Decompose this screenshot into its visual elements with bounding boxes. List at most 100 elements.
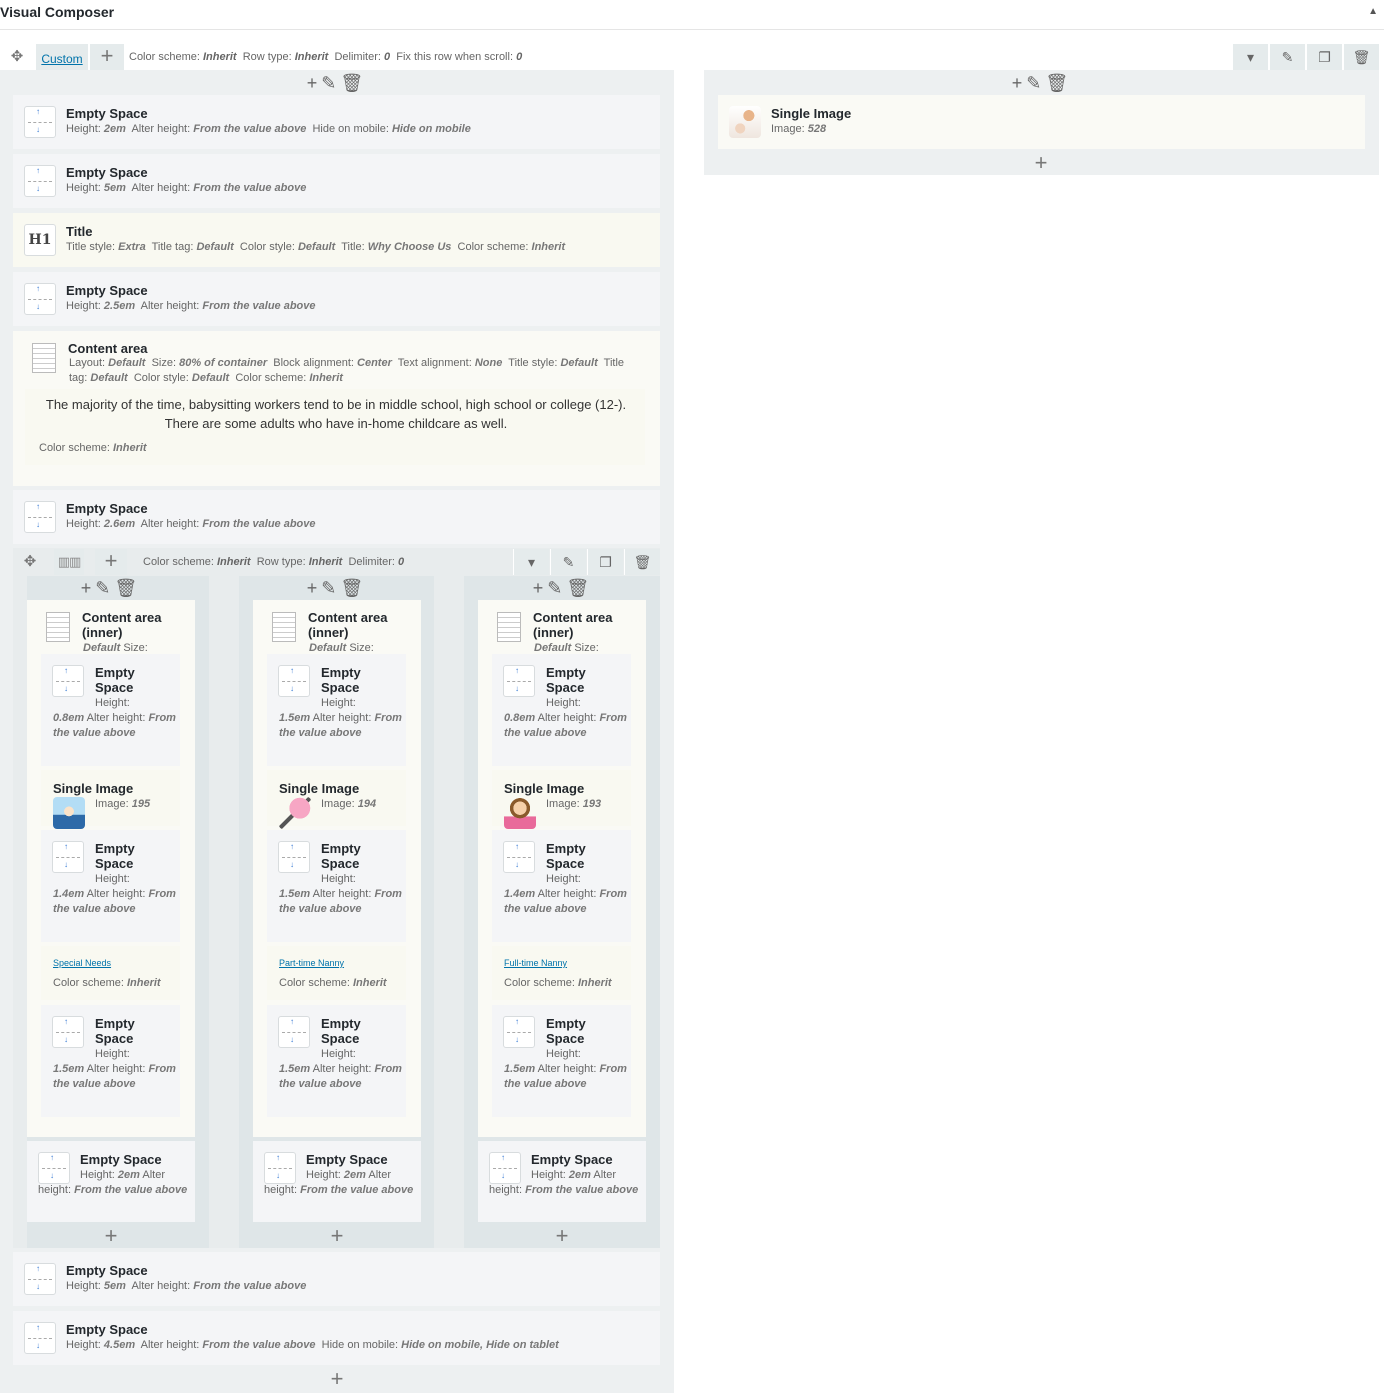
- document-icon: [32, 343, 56, 373]
- service-link[interactable]: Full-time Nanny: [504, 958, 567, 968]
- move-icon[interactable]: ✥: [6, 46, 28, 68]
- element-title: Empty Space: [546, 841, 586, 871]
- plus-icon[interactable]: +: [307, 73, 320, 93]
- plus-icon[interactable]: +: [533, 578, 546, 598]
- text-block-element[interactable]: Part-time Nanny Color scheme: Inherit: [267, 946, 406, 1000]
- empty-space-element[interactable]: Empty Space Height: 5em Alter height: Fr…: [13, 1252, 660, 1306]
- pencil-icon[interactable]: ✎: [321, 73, 338, 93]
- pencil-icon[interactable]: ✎: [550, 549, 586, 575]
- pencil-icon[interactable]: ✎: [1269, 44, 1305, 70]
- pencil-icon[interactable]: ✎: [321, 578, 338, 598]
- empty-space-element[interactable]: Empty Space Height: 2.6em Alter height: …: [13, 490, 660, 544]
- element-params: Height: 1.5em Alter height: From the valu…: [504, 1048, 627, 1090]
- empty-space-element[interactable]: Empty Space Height:1.4em Alter height: F…: [41, 830, 180, 942]
- element-params: Image: 528: [771, 123, 827, 135]
- empty-space-element[interactable]: Empty Space Height:1.5em Alter height: F…: [492, 1005, 631, 1117]
- empty-space-element[interactable]: Empty Space Height:1.5em Alter height: F…: [267, 654, 406, 766]
- empty-space-element[interactable]: Empty Space Height: 2em Alter height: Fr…: [478, 1141, 646, 1222]
- title-element[interactable]: H1 Title Title style: Extra Title tag: D…: [13, 213, 660, 267]
- empty-space-icon: [503, 841, 535, 873]
- empty-space-element[interactable]: Empty Space Height:1.5em Alter height: F…: [267, 830, 406, 942]
- empty-space-element[interactable]: Empty Space Height: 5em Alter height: Fr…: [13, 154, 660, 208]
- content-area-element[interactable]: Content area Layout: Default Size: 80% o…: [13, 331, 660, 486]
- column-actions: + ✎ 🗑: [1001, 73, 1081, 93]
- trash-icon[interactable]: 🗑: [340, 578, 365, 598]
- empty-space-element[interactable]: Empty Space Height:1.5em Alter height: F…: [41, 1005, 180, 1117]
- element-title: Empty Space: [66, 501, 148, 516]
- element-params: Height: 5em Alter height: From the value…: [66, 182, 307, 194]
- text-block-element[interactable]: Special Needs Color scheme: Inherit: [41, 946, 180, 1000]
- empty-space-element[interactable]: Empty Space Height:1.4em Alter height: F…: [492, 830, 631, 942]
- trash-icon[interactable]: 🗑: [1045, 73, 1070, 93]
- element-params: Height: 5em Alter height: From the value…: [66, 1280, 307, 1292]
- move-icon[interactable]: ✥: [19, 551, 41, 573]
- column-actions: + ✎ 🗑: [296, 578, 376, 598]
- document-icon: [46, 612, 70, 642]
- element-title: Single Image: [279, 781, 360, 796]
- content-area-inner-element[interactable]: Content area (inner) Default Size: Empty…: [478, 600, 646, 1137]
- service-link[interactable]: Part-time Nanny: [279, 958, 344, 968]
- element-params: Height: 0.8em Alter height: From the valu…: [53, 697, 176, 739]
- empty-space-element[interactable]: Empty Space Height:1.5em Alter height: F…: [267, 1005, 406, 1117]
- trash-icon[interactable]: 🗑: [566, 578, 591, 598]
- add-element-button[interactable]: +: [326, 1225, 348, 1247]
- collapse-toggle-icon[interactable]: ▲: [1368, 6, 1378, 17]
- add-element-button[interactable]: +: [551, 1225, 573, 1247]
- empty-space-element[interactable]: Empty Space Height: 2em Alter height: Fr…: [253, 1141, 421, 1222]
- column-layout-icon[interactable]: ▥▥: [54, 549, 84, 575]
- element-params: Height: 1.5em Alter height: From the valu…: [279, 1048, 402, 1090]
- element-params: Height: 1.4em Alter height: From the valu…: [53, 873, 176, 915]
- chevron-down-icon[interactable]: ▾: [513, 549, 549, 575]
- chevron-down-icon[interactable]: ▾: [1232, 44, 1268, 70]
- add-element-button[interactable]: +: [326, 1368, 348, 1390]
- plus-icon[interactable]: +: [81, 578, 94, 598]
- pencil-icon[interactable]: ✎: [95, 578, 112, 598]
- add-element-button[interactable]: +: [1030, 152, 1052, 174]
- element-params: Color scheme: Inherit: [504, 977, 612, 989]
- empty-space-element[interactable]: Empty Space Height: 2em Alter height: Fr…: [27, 1141, 195, 1222]
- row-controls: ✥ Custom + Color scheme: Inherit Row typ…: [0, 44, 1384, 70]
- empty-space-element[interactable]: Empty Space Height: 2em Alter height: Fr…: [13, 95, 660, 149]
- element-params: Color scheme: Inherit: [53, 977, 161, 989]
- heading-icon: H1: [24, 224, 56, 256]
- empty-space-element[interactable]: Empty Space Height: 4.5em Alter height: …: [13, 1311, 660, 1365]
- add-column-button[interactable]: +: [90, 44, 124, 70]
- inner-row-controls: ✥ ▥▥ + Color scheme: Inherit Row type: I…: [13, 549, 660, 575]
- plus-icon[interactable]: +: [307, 578, 320, 598]
- trash-icon[interactable]: 🗑: [340, 73, 365, 93]
- single-image-element[interactable]: Single Image Image: 195: [41, 770, 180, 829]
- document-icon: [272, 612, 296, 642]
- single-image-element[interactable]: Single Image Image: 193: [492, 770, 631, 829]
- empty-space-icon: [503, 1016, 535, 1048]
- nanny-image: [504, 797, 536, 829]
- add-element-button[interactable]: +: [100, 1225, 122, 1247]
- single-image-element[interactable]: Single Image Image: 194: [267, 770, 406, 829]
- service-link[interactable]: Special Needs: [53, 958, 111, 968]
- row-layout-button[interactable]: Custom: [36, 44, 88, 70]
- trash-icon[interactable]: 🗑: [1343, 44, 1379, 70]
- empty-space-element[interactable]: Empty Space Height:0.8em Alter height: F…: [492, 654, 631, 766]
- content-area-inner-element[interactable]: Content area (inner) Default Size: Empty…: [27, 600, 195, 1137]
- clone-icon[interactable]: ❐: [1306, 44, 1342, 70]
- element-params: Image: 193: [546, 798, 602, 810]
- trash-icon[interactable]: 🗑: [114, 578, 139, 598]
- text-block-element[interactable]: Full-time Nanny Color scheme: Inherit: [492, 946, 631, 1000]
- element-title: Content area (inner): [82, 610, 162, 640]
- plus-icon[interactable]: +: [1012, 73, 1025, 93]
- content-area-inner-element[interactable]: Content area (inner) Default Size: Empty…: [253, 600, 421, 1137]
- pencil-icon[interactable]: ✎: [547, 578, 564, 598]
- empty-space-element[interactable]: Empty Space Height: 2.5em Alter height: …: [13, 272, 660, 326]
- trash-icon[interactable]: 🗑: [624, 549, 660, 575]
- document-icon: [497, 612, 521, 642]
- empty-space-icon: [24, 1263, 56, 1295]
- add-column-button[interactable]: +: [95, 549, 127, 575]
- clone-icon[interactable]: ❐: [587, 549, 623, 575]
- element-title: Content area (inner): [533, 610, 613, 640]
- element-title: Empty Space: [321, 665, 361, 695]
- inner-row-params: Color scheme: Inherit Row type: Inherit …: [143, 556, 405, 568]
- text-block-element[interactable]: The majority of the time, babysitting wo…: [25, 389, 645, 465]
- single-image-element[interactable]: Single Image Image: 528: [718, 95, 1365, 149]
- pencil-icon[interactable]: ✎: [1026, 73, 1043, 93]
- empty-space-element[interactable]: Empty Space Height:0.8em Alter height: F…: [41, 654, 180, 766]
- element-params: Height: 2em Alter height: From the value…: [38, 1169, 188, 1196]
